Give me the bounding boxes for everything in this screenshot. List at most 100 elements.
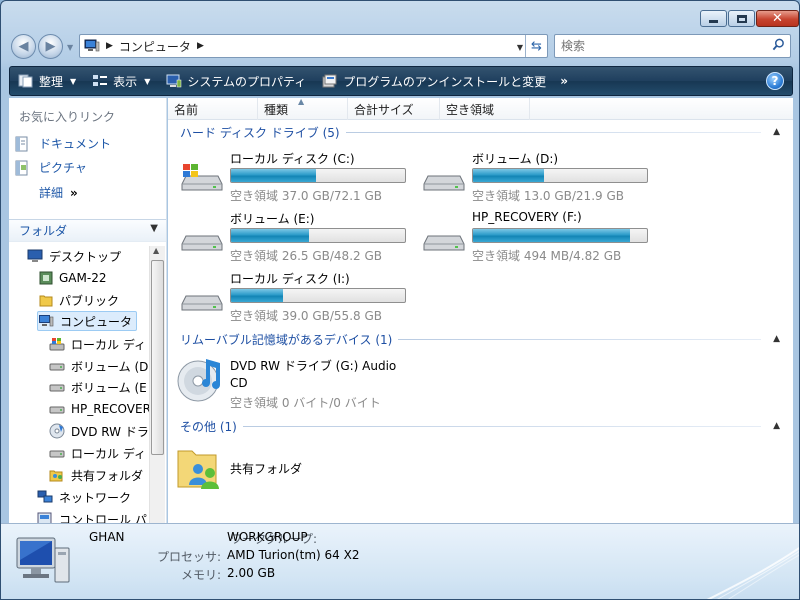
search-icon[interactable] [772, 38, 785, 51]
column-name[interactable]: 名前 [168, 98, 258, 120]
file-list: ハード ディスク ドライブ (5) ▲ ローカル ディスク (C:) 空き領域 … [168, 120, 793, 523]
tree-item-gam22[interactable]: GAM-22 [39, 268, 106, 288]
drive-item-i[interactable]: ローカル ディスク (I:) 空き領域 39.0 GB/55.8 GB [180, 270, 420, 323]
shared-folder-item[interactable]: 共有フォルダ [176, 443, 426, 493]
group-divider [345, 131, 762, 133]
column-total-size[interactable]: 合計サイズ [348, 98, 440, 120]
back-button[interactable]: ◀ [11, 34, 36, 59]
group-divider [242, 425, 762, 427]
folders-header[interactable]: フォルダ ▼ [9, 219, 166, 242]
drive-item-d[interactable]: ボリューム (D:) 空き領域 13.0 GB/21.9 GB [422, 150, 662, 203]
free-space-text: 空き領域 26.5 GB/48.2 GB [230, 249, 382, 263]
tree-item-dvd[interactable]: DVD RW ドラ [49, 421, 149, 441]
favorite-documents[interactable]: ドキュメント [15, 135, 111, 152]
drive-item-e[interactable]: ボリューム (E:) 空き領域 26.5 GB/48.2 GB [180, 210, 420, 263]
refresh-icon: ⇆ [531, 38, 542, 54]
dvd-drive-item[interactable]: DVD RW ドライブ (G:) Audio CD 空き領域 0 バイト/0 バ… [176, 355, 426, 411]
shared-folder-icon [177, 450, 219, 489]
computer-icon [16, 537, 70, 583]
forward-button[interactable]: ▶ [38, 34, 63, 59]
favorites-more-link[interactable]: 詳細 » [39, 184, 78, 201]
favorite-pictures[interactable]: ピクチャ [15, 159, 87, 176]
favorite-documents-label: ドキュメント [39, 137, 112, 151]
views-dropdown-icon: ▼ [144, 76, 151, 86]
scrollbar-thumb[interactable] [151, 260, 164, 455]
uninstall-button[interactable]: プログラムのアンインストールと変更 [314, 68, 554, 94]
group-header-other[interactable]: その他 (1) ▲ [180, 417, 780, 435]
decorative-streak [706, 546, 799, 599]
drive-icon [423, 235, 465, 251]
organize-label: 整理 [39, 74, 64, 89]
drive-item-c[interactable]: ローカル ディスク (C:) 空き領域 37.0 GB/72.1 GB [180, 150, 420, 203]
drive-name: DVD RW ドライブ (G:) Audio CD [230, 359, 397, 390]
tree-item-drive-f[interactable]: HP_RECOVER [49, 399, 149, 419]
address-bar[interactable]: ▶ コンピュータ ▶ ▼ ⇆ [79, 34, 548, 58]
system-properties-button[interactable]: システムのプロパティ [158, 68, 314, 94]
desktop-icon [27, 249, 43, 262]
folder-name: 共有フォルダ [230, 462, 303, 476]
collapse-icon[interactable]: ▲ [773, 334, 780, 344]
views-icon [93, 75, 108, 86]
drive-name: ボリューム (E:) [230, 212, 315, 226]
tree-item-network[interactable]: ネットワーク [37, 487, 131, 507]
tree-item-drive-i[interactable]: ローカル ディ [49, 443, 146, 463]
control-panel-icon [37, 512, 52, 523]
refresh-button[interactable]: ⇆ [525, 35, 547, 57]
tree-item-label: 共有フォルダ [71, 468, 144, 483]
recent-pages-dropdown[interactable]: ▼ [67, 43, 73, 52]
search-input[interactable] [561, 39, 761, 53]
tree-item-drive-e[interactable]: ボリューム (E [49, 377, 147, 397]
drive-icon [49, 363, 65, 371]
column-free-space[interactable]: 空き領域 [440, 98, 530, 120]
views-button[interactable]: 表示 ▼ [84, 68, 158, 94]
close-button[interactable]: ✕ [756, 10, 799, 27]
tree-item-public[interactable]: パブリック [39, 290, 119, 310]
search-box[interactable] [554, 34, 791, 58]
tree-item-label: コンピュータ [60, 314, 133, 329]
organize-dropdown-icon: ▼ [70, 76, 77, 86]
address-dropdown-icon[interactable]: ▼ [517, 43, 523, 52]
drive-name: ローカル ディスク (C:) [230, 152, 355, 166]
tree-item-drive-d[interactable]: ボリューム (D [49, 356, 148, 376]
more-commands-button[interactable]: » [554, 68, 574, 94]
favorites-more-label: 詳細 [39, 186, 64, 200]
breadcrumb-chevron-icon[interactable]: ▶ [197, 41, 204, 51]
tree-item-computer[interactable]: コンピュータ [37, 311, 138, 331]
drive-name: ボリューム (D:) [472, 152, 559, 166]
window-controls: ✕ [699, 10, 799, 27]
pictures-icon [15, 160, 28, 175]
maximize-button[interactable] [728, 10, 755, 27]
organize-button[interactable]: 整理 ▼ [10, 68, 84, 94]
tree-item-control-panel[interactable]: コントロール パ [37, 509, 147, 523]
group-header-hdd[interactable]: ハード ディスク ドライブ (5) ▲ [180, 123, 780, 141]
column-type[interactable]: ▲ 種類 [258, 97, 348, 120]
collapse-icon[interactable]: ▲ [773, 421, 780, 431]
audio-cd-icon [177, 359, 220, 402]
minimize-button[interactable] [700, 10, 727, 27]
breadcrumb-computer[interactable]: コンピュータ [119, 38, 191, 55]
detail-label: メモリ: [180, 568, 221, 582]
free-space-text: 空き領域 0 バイト/0 バイト [230, 396, 381, 410]
command-bar: 整理 ▼ 表示 ▼ システムのプロパティ プログラムのアンインストールと変更 »… [9, 66, 793, 96]
folder-tree: デスクトップ GAM-22 パブリック コンピュータ ローカル ディ ボリューム… [9, 246, 149, 523]
drive-item-f[interactable]: HP_RECOVERY (F:) 空き領域 494 MB/4.82 GB [422, 210, 662, 263]
free-space-text: 空き領域 494 MB/4.82 GB [472, 249, 622, 263]
tree-item-label: ネットワーク [59, 490, 132, 505]
back-arrow-icon: ◀ [18, 39, 29, 54]
tree-item-desktop[interactable]: デスクトップ [27, 246, 121, 266]
tree-scrollbar[interactable]: ▲ [149, 246, 165, 523]
drive-icon [181, 235, 223, 251]
maximize-icon [736, 14, 747, 23]
usage-bar-fill [473, 169, 545, 182]
collapse-icon[interactable]: ▲ [773, 127, 780, 137]
folders-label: フォルダ [19, 224, 68, 238]
computer-icon [84, 39, 100, 52]
tree-item-drive-c[interactable]: ローカル ディ [49, 334, 146, 354]
breadcrumb-separator-icon[interactable]: ▶ [106, 41, 113, 51]
scroll-up-icon[interactable]: ▲ [153, 246, 159, 255]
usage-bar-fill [231, 289, 284, 302]
group-header-removable[interactable]: リムーバブル記憶域があるデバイス (1) ▲ [180, 330, 780, 348]
help-button[interactable]: ? [766, 72, 784, 90]
tree-item-shared-folder[interactable]: 共有フォルダ [49, 465, 143, 485]
detail-value: AMD Turion(tm) 64 X2 [227, 548, 360, 562]
